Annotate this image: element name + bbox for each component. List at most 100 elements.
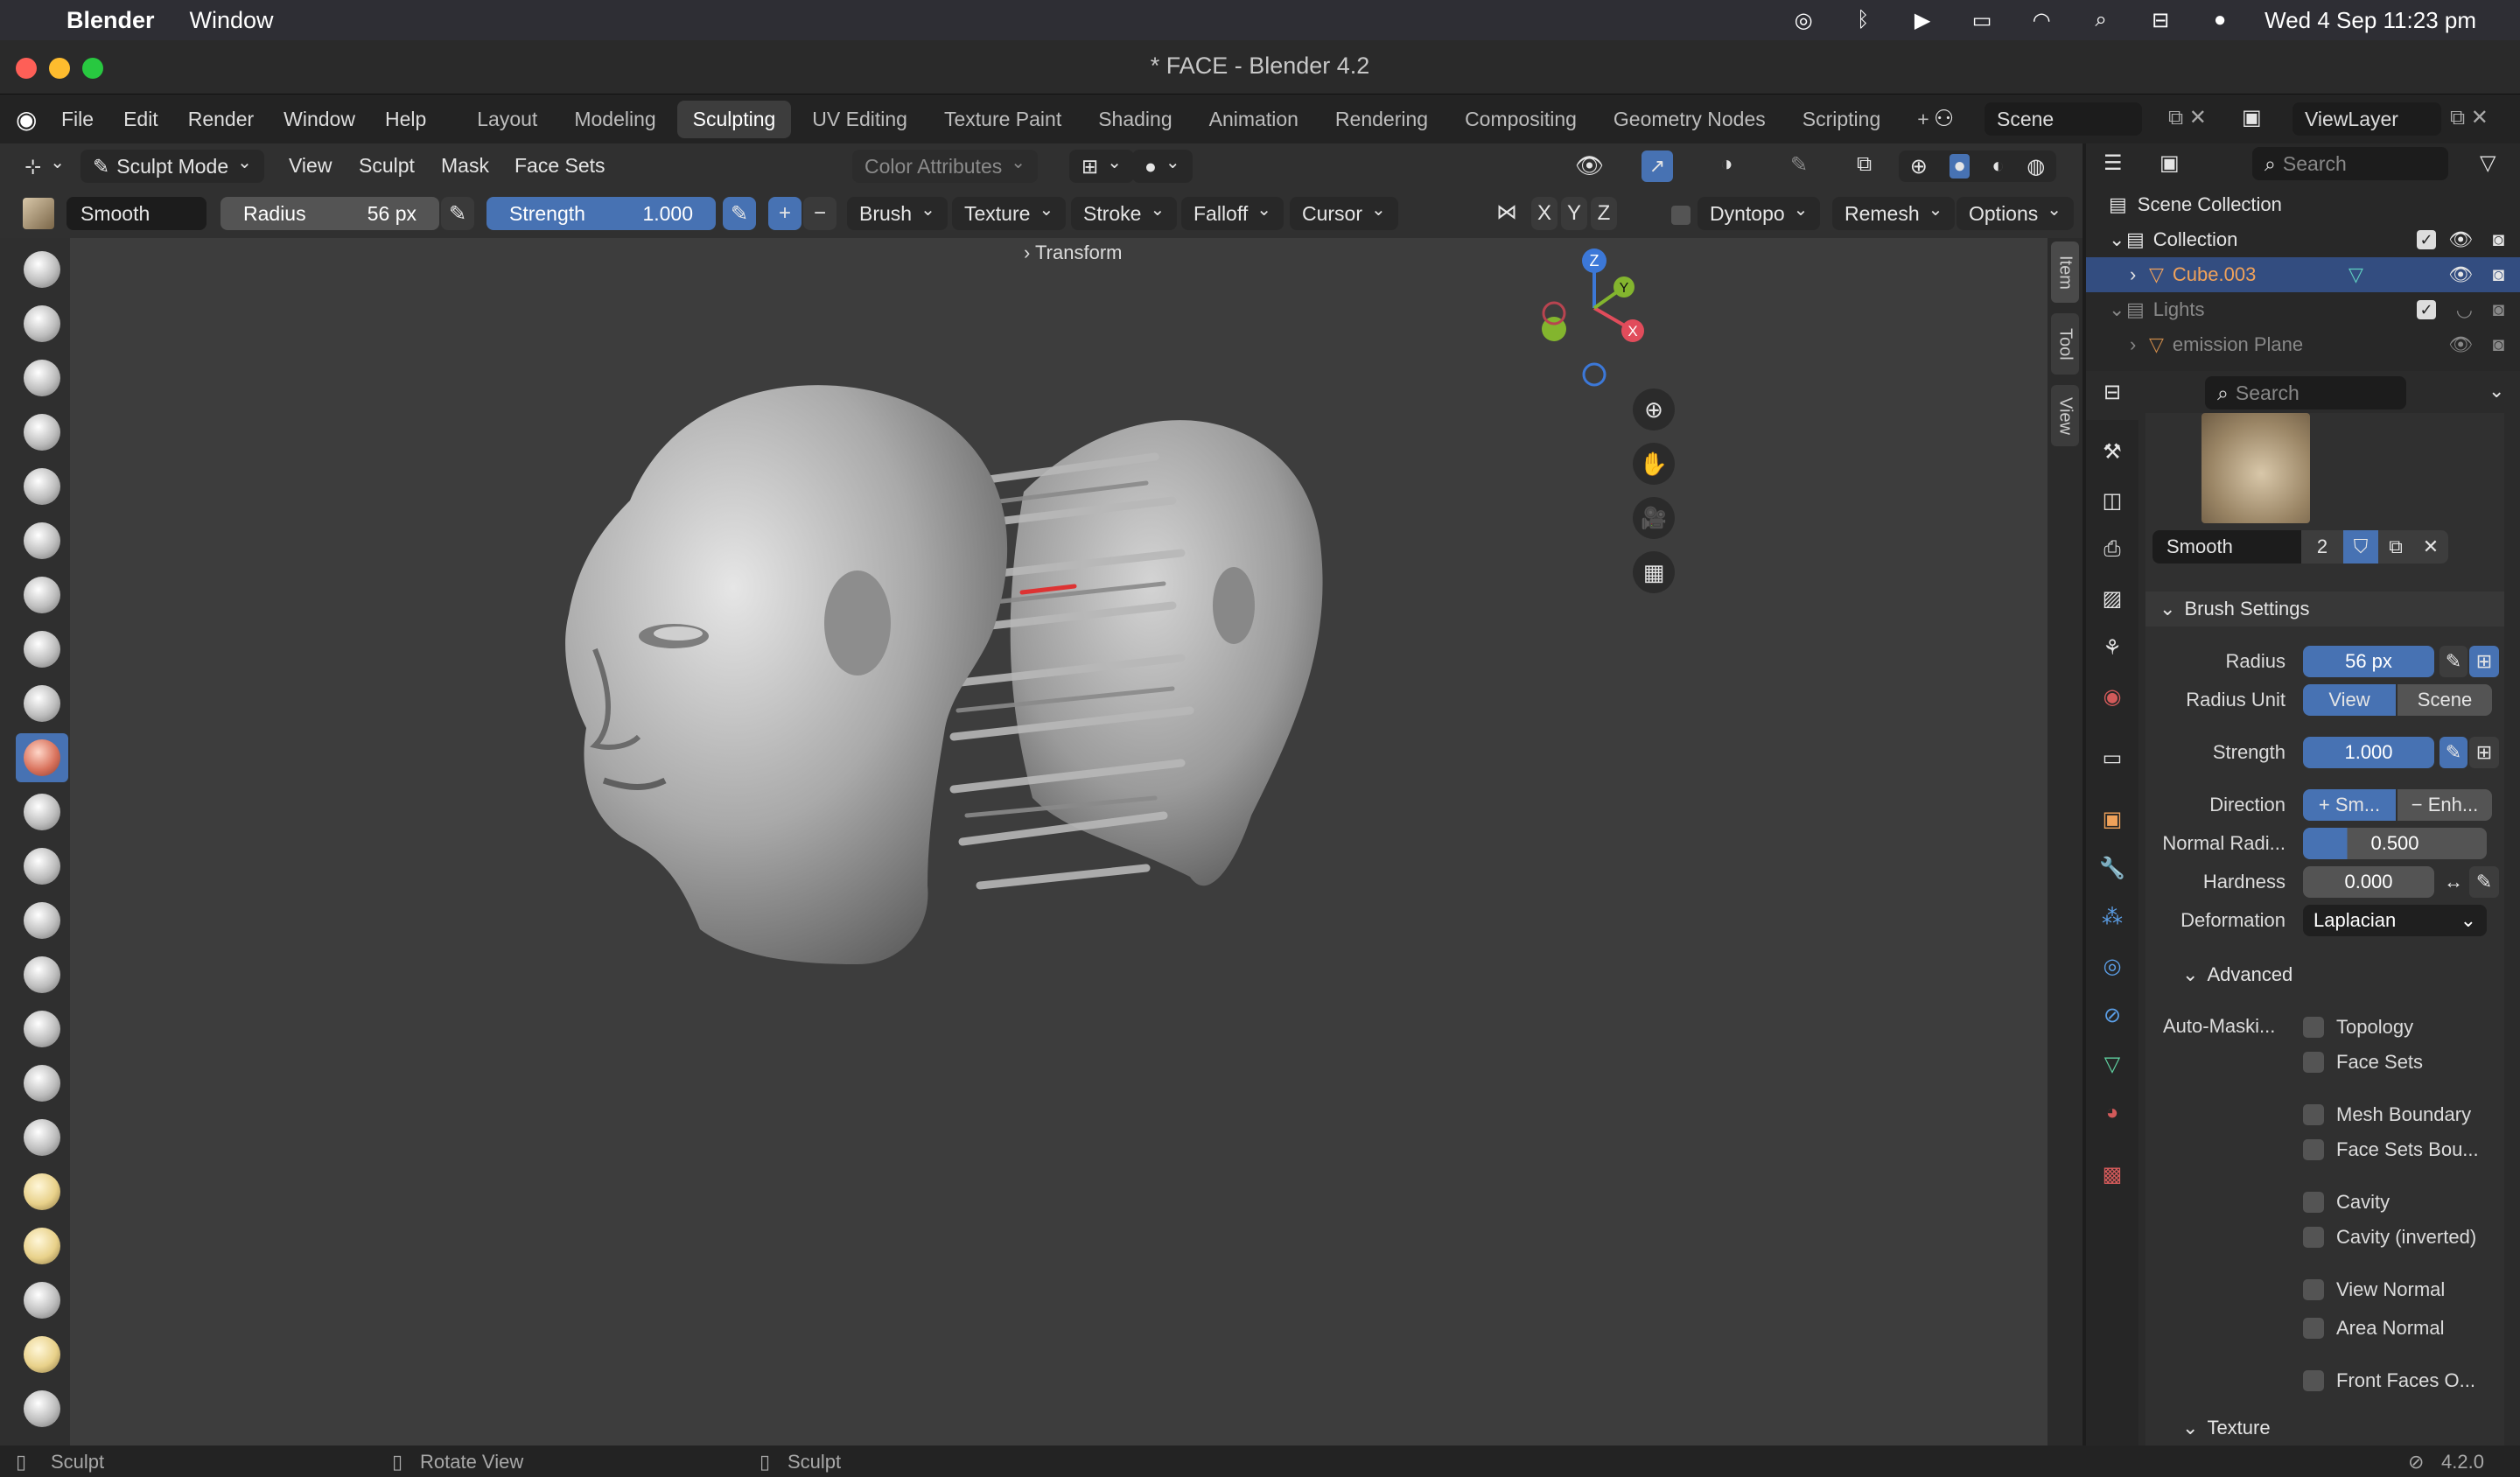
automask-cavity-inverted-row[interactable]: Cavity (inverted) [2146,1220,2504,1255]
solid-shading-icon[interactable]: ● [1950,154,1970,178]
exclude-checkbox[interactable]: ✓ [2417,230,2436,249]
view-layer-properties-icon[interactable]: ▨ [2098,584,2126,612]
texture-properties-icon[interactable]: ▩ [2098,1160,2126,1188]
xray-icon[interactable]: ⧉ [1857,152,1872,177]
tool-pose[interactable] [16,1276,68,1325]
tool-nudge[interactable] [16,1330,68,1379]
eye-icon[interactable]: 👁 [2448,228,2473,251]
hardness-slider[interactable]: 0.000 [2303,866,2434,898]
unlink-brush-icon[interactable]: ✕ [2413,530,2448,564]
tab-animation[interactable]: Animation [1194,101,1314,138]
tool-pinch[interactable] [16,1004,68,1054]
stroke-menu[interactable]: Stroke [1071,197,1178,230]
chevron-down-icon[interactable]: ⌄ [2488,380,2504,402]
search-icon[interactable]: ⌕ [2086,8,2116,32]
automask-cavity-row[interactable]: Cavity [2146,1185,2504,1220]
automask-face-sets-row[interactable]: Face Sets [2146,1045,2504,1080]
new-view-layer-icon[interactable]: ⧉ ✕ [2450,105,2488,130]
automask-area-normal-row[interactable]: Area Normal [2146,1311,2504,1346]
material-properties-icon[interactable]: ◕ [2098,1099,2126,1127]
world-properties-icon[interactable]: ◉ [2098,682,2126,710]
brush-texture-preview[interactable] [2202,413,2310,523]
eye-icon[interactable]: 👁 [2448,263,2473,286]
physics-properties-icon[interactable]: ◎ [2098,952,2126,980]
eye-icon[interactable]: 👁 [2448,333,2473,356]
tool-draw-sharp[interactable] [16,299,68,348]
shading-modes[interactable]: ⊕ ● ◐ ◍ [1899,150,2056,182]
scene-selector-icon[interactable]: ⚇ [1934,105,1954,132]
texture-menu[interactable]: Texture [952,197,1067,230]
mirror-x-toggle[interactable]: X [1531,197,1558,230]
navigation-gizmo[interactable]: Z Y X [1540,243,1662,392]
mode-dropdown[interactable]: ✎ Sculpt Mode [80,150,264,183]
creative-cloud-icon[interactable]: ◎ [1788,9,1818,32]
strength-field[interactable]: 1.000 [2303,737,2434,768]
automask-face-sets-boundary-row[interactable]: Face Sets Bou... [2146,1132,2504,1167]
menu-edit[interactable]: Edit [123,108,158,131]
cavity-inverted-checkbox[interactable] [2303,1227,2324,1248]
face-sets-checkbox[interactable] [2303,1052,2324,1073]
chevron-down-icon[interactable]: ⌄ [2109,228,2126,251]
strength-pressure-icon[interactable]: ✎ [2440,737,2468,768]
mesh-boundary-checkbox[interactable] [2303,1104,2324,1125]
bluetooth-icon[interactable]: ᛒ [1848,8,1878,32]
tool-blob[interactable] [16,625,68,674]
automask-front-faces-row[interactable]: Front Faces O... [2146,1363,2504,1398]
tool-inflate[interactable] [16,570,68,620]
tool-thumb[interactable] [16,1222,68,1270]
tool-elastic-deform[interactable] [16,1113,68,1162]
overlays-icon[interactable]: ◑ [1720,152,1733,177]
blender-logo-icon[interactable]: ◉ [16,105,37,134]
advanced-subpanel-header[interactable]: ⌄ Advanced [2146,957,2504,992]
tool-snake-hook[interactable] [16,1167,68,1216]
menu-sculpt[interactable]: Sculpt [359,154,415,178]
outliner-item-lights[interactable]: ⌄ ▤ Lights ✓ ◡ ◙ [2086,292,2520,327]
menu-file[interactable]: File [61,108,94,131]
radius-unit-view-button[interactable]: View [2303,684,2396,716]
direction-smooth-button[interactable]: + Sm... [2303,789,2396,821]
menu-window[interactable]: Window [284,108,355,131]
menubar-clock[interactable]: Wed 4 Sep 11:23 pm [2264,7,2476,34]
automask-topology-row[interactable]: Topology [2146,1010,2504,1045]
texture-subpanel-header[interactable]: ⌄ Texture [2146,1410,2504,1446]
radius-field[interactable]: 56 px [2303,646,2434,677]
direction-add-icon[interactable]: + [768,197,802,230]
object-properties-icon[interactable]: ▣ [2098,805,2126,833]
color-attributes-dropdown[interactable]: Color Attributes [852,150,1039,183]
mirror-y-toggle[interactable]: Y [1561,197,1587,230]
tool-fill[interactable] [16,842,68,891]
window-menu[interactable]: Window [190,7,274,34]
3d-viewport[interactable]: › Transform Z Y X ⊕ ✋ 🎥 ▦ [70,238,2048,1446]
brush-settings-header[interactable]: ⌄ Brush Settings [2146,592,2504,626]
rendered-shading-icon[interactable]: ◍ [2026,154,2045,179]
tool-multiplane-scrape[interactable] [16,950,68,999]
face-sets-boundary-checkbox[interactable] [2303,1139,2324,1160]
area-normal-checkbox[interactable] [2303,1318,2324,1339]
menu-help[interactable]: Help [385,108,426,131]
tool-clay-strips[interactable] [16,408,68,457]
tool-smooth[interactable] [16,733,68,782]
camera-icon[interactable]: ◙ [2493,263,2504,286]
tab-rendering[interactable]: Rendering [1320,101,1444,138]
camera-view-icon[interactable]: 🎥 [1633,497,1675,539]
zoom-icon[interactable]: ⊕ [1633,388,1675,430]
tab-layout[interactable]: Layout [461,101,553,138]
battery-icon[interactable]: ▭ [1967,9,1997,32]
topology-checkbox[interactable] [2303,1017,2324,1038]
tool-scrape[interactable] [16,896,68,945]
outliner-item-cube[interactable]: › ▽ Cube.003 ▽ 👁 ◙ [2086,257,2520,292]
tab-sculpting[interactable]: Sculpting [676,100,792,138]
outliner-item-emission-plane[interactable]: › ▽ emission Plane 👁 ◙ [2086,327,2520,362]
tool-draw[interactable] [16,245,68,294]
fake-user-shield-icon[interactable]: ⛉ [2343,530,2378,564]
wifi-icon[interactable]: ◠ [2026,9,2056,32]
dyntopo-menu[interactable]: Dyntopo [1698,197,1821,230]
scene-properties-icon[interactable]: ⚘ [2098,634,2126,662]
brush-preview-thumbnail[interactable] [23,198,54,229]
tool-rotate[interactable] [16,1384,68,1433]
mesh-data-icon[interactable]: ▽ [2348,263,2363,286]
falloff-menu[interactable]: Falloff [1181,197,1284,230]
new-scene-icon[interactable]: ⧉ ✕ [2168,105,2207,130]
radius-unit-scene-button[interactable]: Scene [2398,684,2492,716]
radius-pressure-icon[interactable]: ✎ [441,197,474,230]
